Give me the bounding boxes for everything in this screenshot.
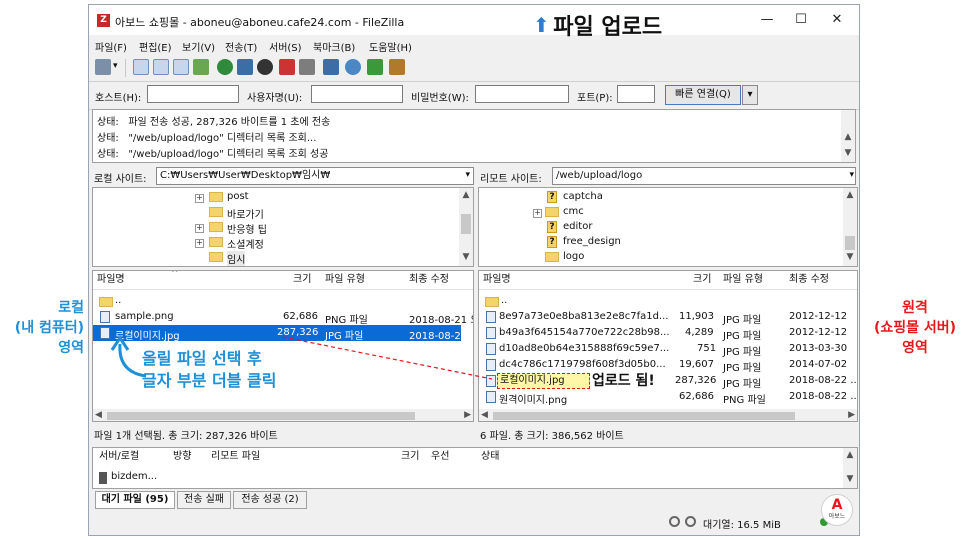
uploaded-caption: 업로드 됨! bbox=[592, 373, 655, 389]
brand-badge-letter: A bbox=[831, 497, 843, 513]
brand-badge: A 아보느 bbox=[821, 494, 853, 526]
dashed-link-line bbox=[282, 336, 493, 380]
annotation-arrows bbox=[110, 335, 493, 380]
curved-arrow-icon bbox=[118, 343, 147, 378]
brand-badge-caption: 아보느 bbox=[828, 513, 846, 520]
